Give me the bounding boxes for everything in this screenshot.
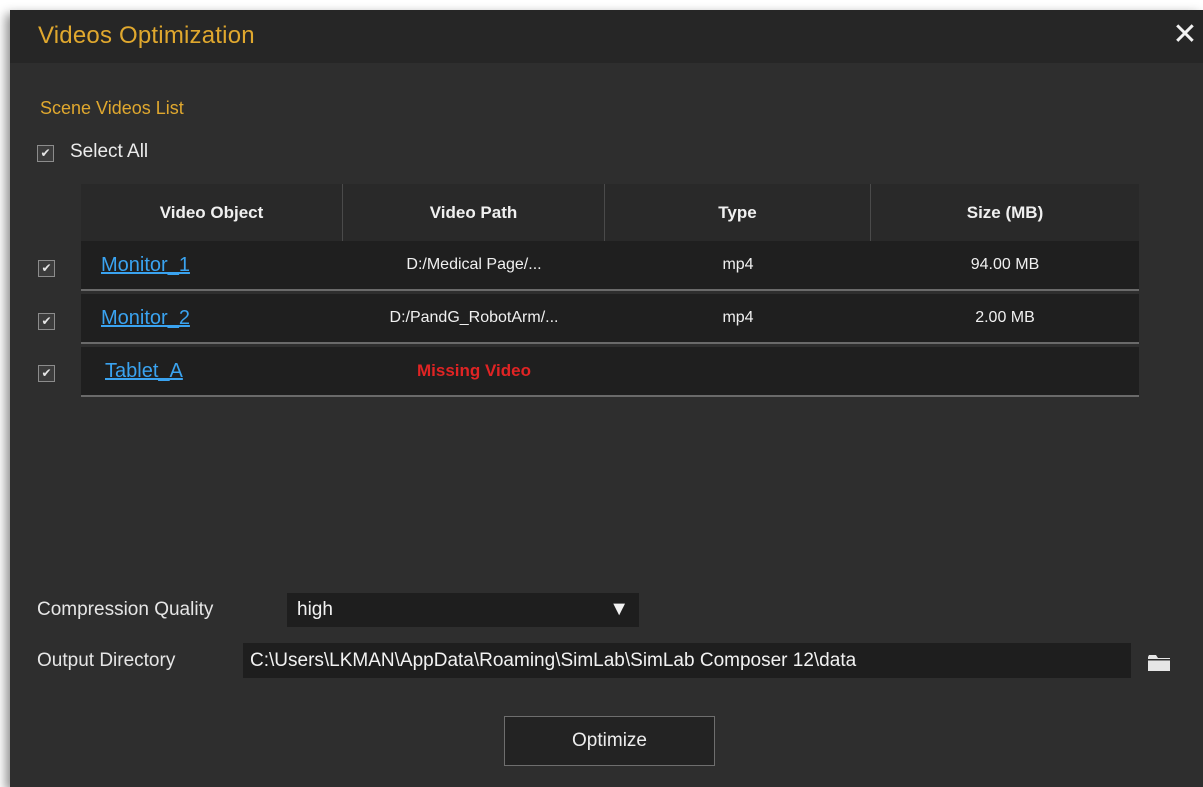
row-checkbox[interactable]: ✔ (38, 313, 55, 330)
column-header-video-path[interactable]: Video Path (343, 184, 605, 241)
video-object-link[interactable]: Monitor_1 (101, 241, 331, 289)
close-icon[interactable]: ✕ (1169, 18, 1201, 52)
video-size: 94.00 MB (970, 256, 1040, 273)
output-directory-label: Output Directory (37, 650, 176, 671)
videos-optimization-dialog: Videos Optimization ✕ Scene Videos List … (10, 10, 1203, 787)
output-directory-field[interactable]: C:\Users\LKMAN\AppData\Roaming\SimLab\Si… (243, 643, 1131, 678)
video-type (605, 347, 871, 395)
video-type: mp4 (722, 256, 754, 273)
table-row[interactable]: Monitor_1 D:/Medical Page/... mp4 94.00 … (81, 241, 1139, 291)
table-row[interactable]: Tablet_A Missing Video (81, 347, 1139, 397)
videos-table: Video Object Video Path Type Size (MB) M… (81, 184, 1139, 397)
video-path: D:/PandG_RobotArm/... (389, 309, 559, 326)
select-all-checkbox[interactable]: ✔ (37, 145, 54, 162)
row-checkbox[interactable]: ✔ (38, 260, 55, 277)
column-header-video-object[interactable]: Video Object (81, 184, 343, 241)
title-bar: Videos Optimization ✕ (10, 10, 1203, 63)
check-icon: ✔ (41, 261, 52, 275)
row-checkbox[interactable]: ✔ (38, 365, 55, 382)
missing-video-status: Missing Video (417, 361, 531, 380)
video-object-link[interactable]: Tablet_A (105, 347, 331, 395)
folder-icon[interactable] (1148, 655, 1170, 671)
compression-quality-label: Compression Quality (37, 599, 214, 620)
video-path: D:/Medical Page/... (406, 256, 542, 273)
table-row[interactable]: Monitor_2 D:/PandG_RobotArm/... mp4 2.00… (81, 294, 1139, 344)
chevron-down-icon: ▼ (609, 598, 629, 620)
table-header: Video Object Video Path Type Size (MB) (81, 184, 1139, 241)
video-size (871, 347, 1139, 395)
video-size: 2.00 MB (975, 309, 1035, 326)
column-header-type[interactable]: Type (605, 184, 871, 241)
check-icon: ✔ (41, 366, 52, 380)
check-icon: ✔ (40, 146, 51, 160)
compression-quality-value: high (297, 599, 333, 620)
column-header-size[interactable]: Size (MB) (871, 184, 1139, 241)
compression-quality-dropdown[interactable]: high ▼ (287, 593, 639, 627)
video-object-link[interactable]: Monitor_2 (101, 294, 331, 342)
optimize-button[interactable]: Optimize (504, 716, 715, 766)
dialog-title: Videos Optimization (38, 22, 255, 49)
video-type: mp4 (722, 309, 754, 326)
section-title: Scene Videos List (40, 98, 184, 118)
check-icon: ✔ (41, 314, 52, 328)
select-all-label: Select All (70, 141, 149, 162)
